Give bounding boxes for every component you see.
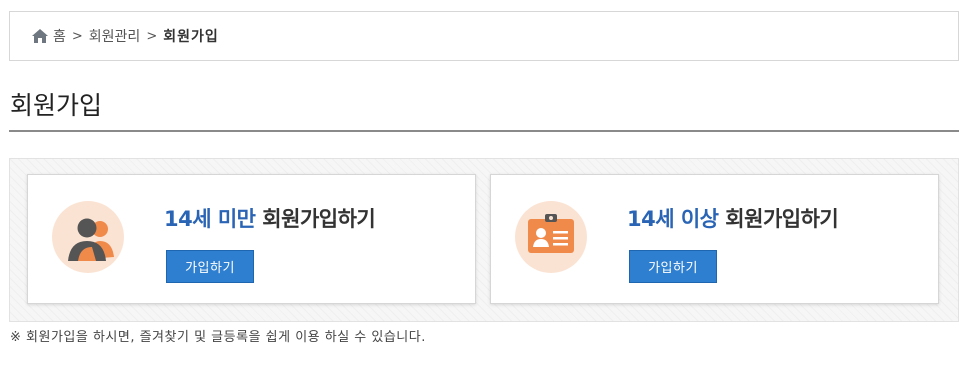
breadcrumb-member-management-link[interactable]: 회원관리 <box>89 26 141 46</box>
card-title-label: 회원가입하기 <box>255 207 376 231</box>
card-title-label: 회원가입하기 <box>718 207 839 231</box>
join-card-under-14: 14세 미만 회원가입하기 가입하기 <box>27 174 476 304</box>
id-card-icon <box>515 201 587 273</box>
page-title: 회원가입 <box>10 91 103 120</box>
breadcrumb-home-link[interactable]: 홈 <box>53 26 66 46</box>
join-over-14-button[interactable]: 가입하기 <box>629 250 717 283</box>
users-group-icon <box>52 201 124 273</box>
breadcrumb-separator: > <box>146 28 158 44</box>
breadcrumb-current: 회원가입 <box>163 29 219 45</box>
breadcrumb: 홈 > 회원관리 > 회원가입 <box>9 11 959 61</box>
home-icon[interactable] <box>31 28 49 44</box>
card-title: 14세 이상 회원가입하기 <box>627 203 839 233</box>
card-title-age: 14세 미만 <box>164 207 256 231</box>
card-title-age: 14세 이상 <box>627 207 719 231</box>
join-card-over-14: 14세 이상 회원가입하기 가입하기 <box>490 174 939 304</box>
breadcrumb-separator: > <box>71 28 83 44</box>
join-under-14-button[interactable]: 가입하기 <box>166 250 254 283</box>
title-divider <box>9 130 959 132</box>
card-title: 14세 미만 회원가입하기 <box>164 203 376 233</box>
join-options-panel: 14세 미만 회원가입하기 가입하기 14세 이상 회원가입하기 가입하기 <box>9 158 959 322</box>
signup-notice: ※ 회원가입을 하시면, 즐겨찾기 및 글등록을 쉽게 이용 하실 수 있습니다… <box>10 330 426 345</box>
